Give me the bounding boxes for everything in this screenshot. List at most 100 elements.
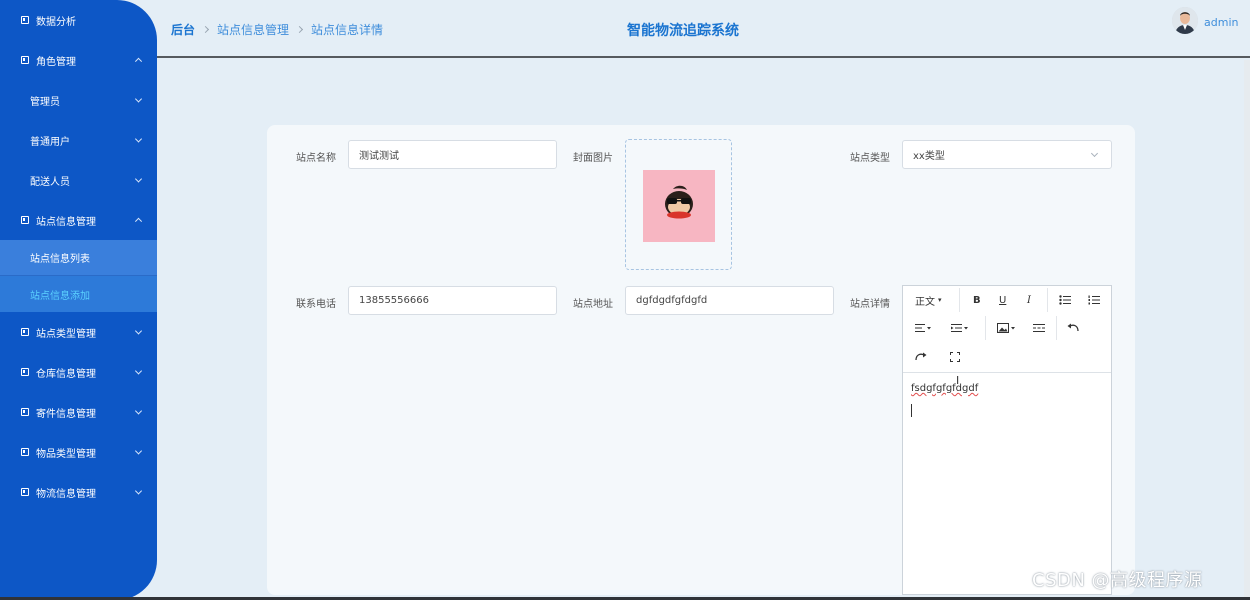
underline-button[interactable]: U [999, 293, 1006, 307]
caret-down-icon: ▾ [938, 296, 942, 304]
menu-icon [21, 216, 29, 224]
sidebar-item-label: 管理员 [30, 96, 60, 108]
chevron-down-icon [134, 327, 143, 335]
phone-value: 13855556666 [359, 295, 429, 306]
phone-input[interactable]: 13855556666 [348, 286, 557, 315]
cover-image-label: 封面图片 [573, 153, 613, 164]
sidebar-item-data-analysis[interactable]: 数据分析 [0, 0, 157, 40]
redo-button[interactable] [915, 350, 927, 364]
cover-image [643, 170, 715, 242]
toolbar-divider [1047, 288, 1048, 312]
phone-label: 联系电话 [296, 299, 336, 310]
page-scrollbar[interactable] [1244, 60, 1250, 600]
sidebar-item-admin[interactable]: 管理员 [0, 80, 157, 120]
station-type-label: 站点类型 [850, 153, 890, 164]
horizontal-rule-button[interactable] [1033, 321, 1045, 335]
chevron-right-icon [201, 25, 210, 34]
sidebar-item-label: 普通用户 [30, 136, 70, 148]
sidebar-item-station-management[interactable]: 站点信息管理 [0, 200, 157, 240]
breadcrumb-station-management[interactable]: 站点信息管理 [217, 21, 289, 38]
rich-text-editor: 正文 ▾ B U I I fsdgfgfgfdgdf [902, 285, 1112, 595]
breadcrumb-station-detail: 站点信息详情 [311, 23, 384, 37]
sidebar-item-role-management[interactable]: 角色管理 [0, 40, 157, 80]
editor-content-text: fsdgfgfgfdgdf [911, 383, 979, 394]
fullscreen-button[interactable] [950, 350, 960, 364]
horizontal-rule-icon [1033, 324, 1045, 332]
text-cursor-icon: I [956, 374, 960, 387]
menu-icon [21, 16, 29, 24]
detail-label: 站点详情 [850, 299, 890, 310]
insert-image-button[interactable] [997, 321, 1017, 335]
editor-toolbar: 正文 ▾ B U I I [903, 286, 1111, 387]
user-avatar-icon [1172, 7, 1198, 34]
station-detail-form: 站点名称 测试测试 封面图片 站点类型 xx类型 联系电话 1385555666… [267, 125, 1135, 595]
sidebar-item-label: 配送人员 [30, 176, 70, 188]
sidebar-item-normal-user[interactable]: 普通用户 [0, 120, 157, 160]
station-type-value: xx类型 [913, 151, 945, 162]
redo-icon [915, 352, 927, 361]
chevron-down-icon [1090, 149, 1099, 158]
menu-icon [21, 448, 29, 456]
sidebar: 数据分析 角色管理 管理员 普通用户 配送人员 站点信息管理 站点信息列表 站点… [0, 0, 157, 600]
chevron-up-icon [134, 57, 143, 65]
sidebar-item-shipment-management[interactable]: 寄件信息管理 [0, 392, 157, 432]
station-type-select[interactable]: xx类型 [902, 140, 1112, 169]
fullscreen-icon [950, 352, 960, 362]
chevron-down-icon [134, 135, 143, 143]
chevron-down-icon [134, 95, 143, 103]
user-name[interactable]: admin [1204, 16, 1238, 29]
watermark: CSDN @高级程序源 [1032, 570, 1203, 591]
text-caret [911, 404, 912, 417]
system-title: 智能物流追踪系统 [627, 23, 739, 39]
chevron-down-icon [134, 175, 143, 183]
sidebar-item-item-type-management[interactable]: 物品类型管理 [0, 432, 157, 472]
sidebar-item-warehouse-management[interactable]: 仓库信息管理 [0, 352, 157, 392]
menu-icon [21, 368, 29, 376]
chevron-down-icon [134, 407, 143, 415]
address-input[interactable]: dgfdgdfgfdgfd [625, 286, 834, 315]
monkey-avatar-icon [665, 185, 693, 219]
indent-button[interactable] [951, 321, 969, 335]
sidebar-item-label: 站点类型管理 [36, 328, 96, 340]
sidebar-item-label: 寄件信息管理 [36, 408, 96, 420]
heading-select[interactable]: 正文 ▾ [915, 293, 942, 308]
bold-button[interactable]: B [973, 293, 981, 307]
toolbar-divider [959, 288, 960, 312]
sidebar-item-label: 角色管理 [36, 56, 76, 68]
sidebar-item-label: 仓库信息管理 [36, 368, 96, 380]
menu-icon [21, 488, 29, 496]
breadcrumb: 后台 站点信息管理 站点信息详情 [171, 21, 383, 38]
numbered-list-button[interactable] [1088, 293, 1100, 307]
image-icon [997, 323, 1015, 333]
undo-button[interactable] [1067, 321, 1079, 335]
cover-image-upload[interactable] [625, 139, 732, 270]
bullet-list-icon [1059, 295, 1071, 305]
sidebar-item-logistics-management[interactable]: 物流信息管理 [0, 472, 157, 512]
align-left-icon [915, 324, 931, 332]
indent-icon [951, 324, 968, 332]
numbered-list-icon [1088, 295, 1100, 305]
sidebar-item-delivery-staff[interactable]: 配送人员 [0, 160, 157, 200]
sidebar-item-station-add[interactable]: 站点信息添加 [0, 276, 157, 312]
sidebar-item-station-type-management[interactable]: 站点类型管理 [0, 312, 157, 352]
undo-icon [1067, 323, 1079, 332]
breadcrumb-home[interactable]: 后台 [171, 21, 195, 38]
toolbar-divider [985, 316, 986, 340]
avatar[interactable] [1172, 7, 1198, 34]
sidebar-item-label: 物品类型管理 [36, 448, 96, 460]
align-button[interactable] [915, 321, 931, 335]
sidebar-item-label: 站点信息列表 [30, 254, 90, 265]
editor-content-area[interactable]: fsdgfgfgfdgdf [903, 373, 1111, 427]
chevron-down-icon [134, 367, 143, 375]
menu-icon [21, 408, 29, 416]
top-header: 后台 站点信息管理 站点信息详情 智能物流追踪系统 admin [157, 0, 1250, 58]
sidebar-item-label: 站点信息管理 [36, 216, 96, 228]
sidebar-item-label: 数据分析 [36, 16, 76, 28]
heading-select-value: 正文 [915, 296, 935, 308]
address-label: 站点地址 [573, 299, 613, 310]
station-name-label: 站点名称 [296, 153, 336, 164]
italic-button[interactable]: I [1027, 293, 1031, 307]
station-name-input[interactable]: 测试测试 [348, 140, 557, 169]
sidebar-item-station-list[interactable]: 站点信息列表 [0, 240, 157, 276]
bullet-list-button[interactable] [1059, 293, 1071, 307]
